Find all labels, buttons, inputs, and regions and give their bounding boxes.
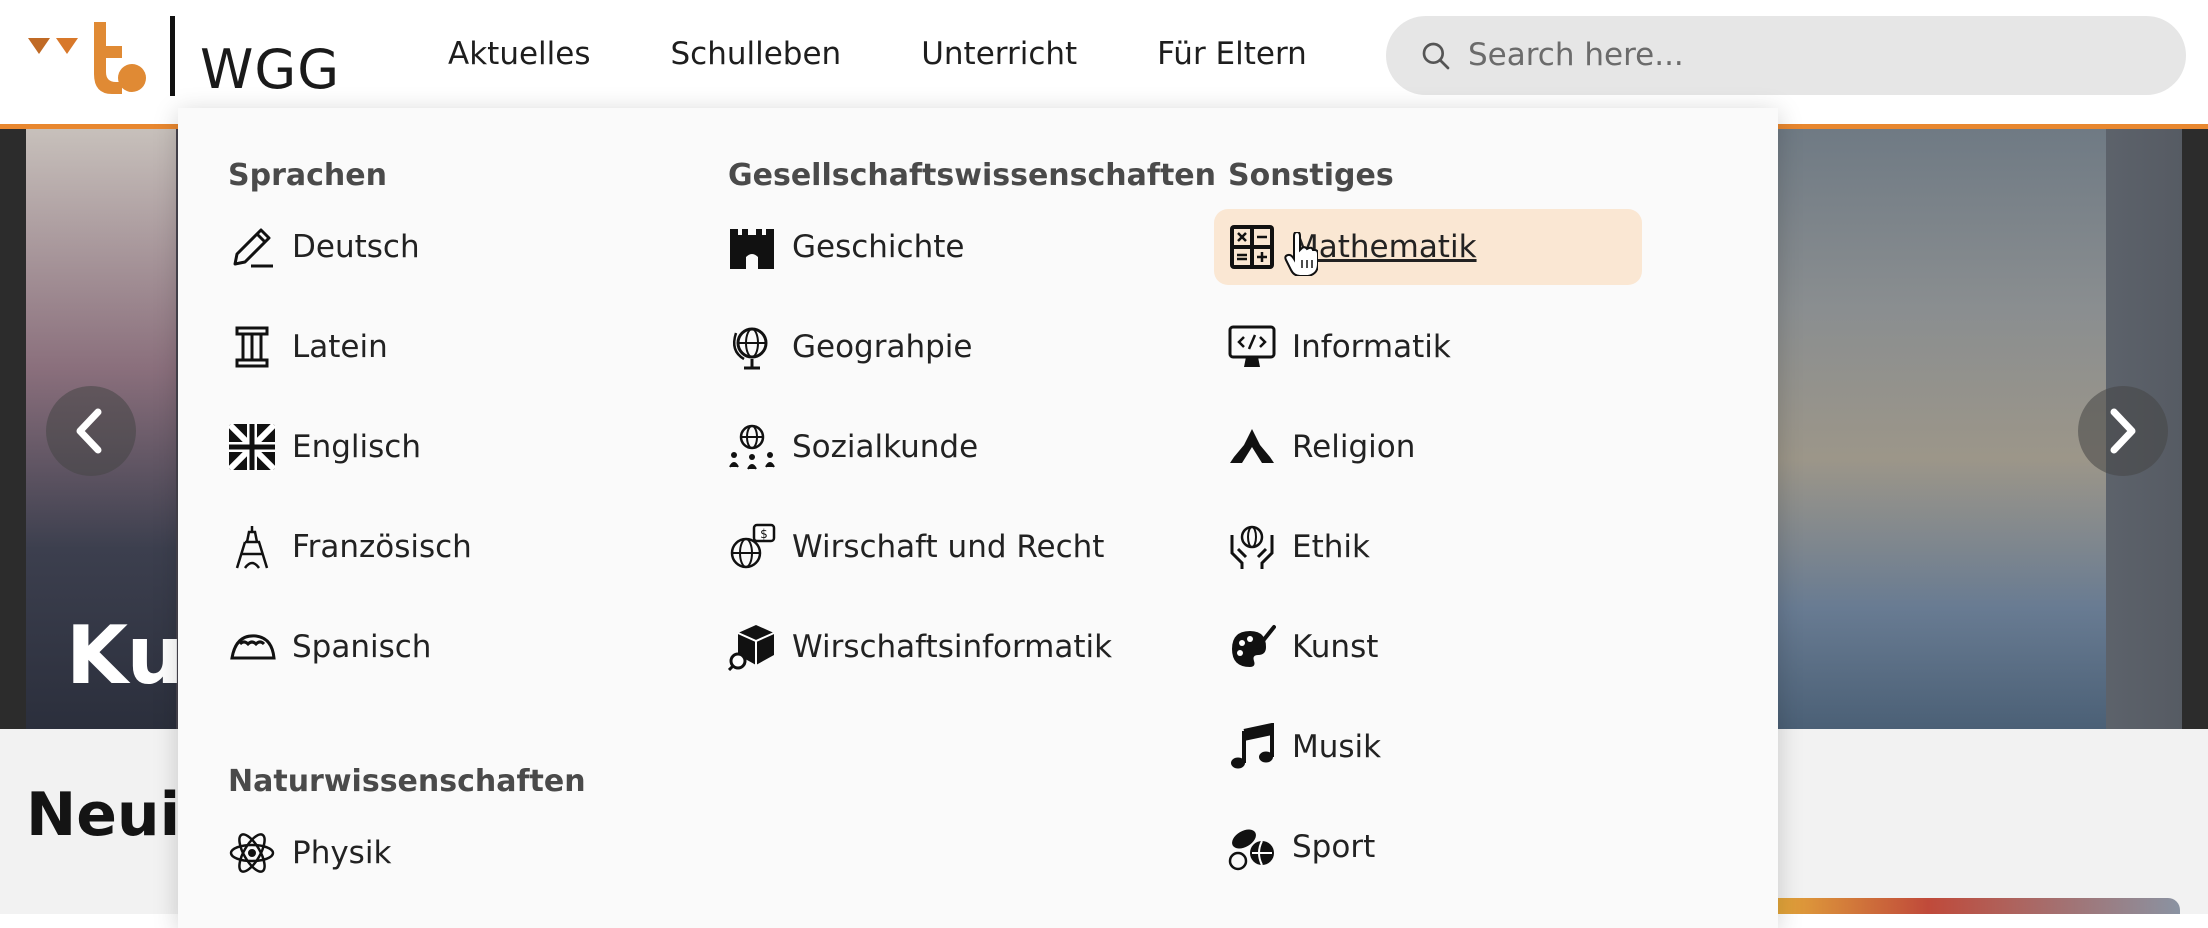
pencil-icon [228, 223, 276, 271]
menu-item-musik[interactable]: Musik [1228, 717, 1381, 777]
menu-item-physik[interactable]: Physik [228, 823, 391, 883]
menu-item-wirschaftsinformatik[interactable]: Wirschaftsinformatik [728, 617, 1112, 677]
cube-search-icon [728, 623, 776, 671]
heading-sonstiges: Sonstiges [1228, 158, 1394, 193]
hands-globe-icon [1228, 523, 1276, 571]
people-globe-icon [728, 423, 776, 471]
menu-item-label: Latein [292, 329, 388, 365]
taco-icon [228, 623, 276, 671]
hero-title: Ku [66, 609, 184, 702]
search-icon [1422, 42, 1450, 70]
menu-item-label: Religion [1292, 429, 1416, 465]
menu-item-label: Mathematik [1292, 229, 1477, 265]
menu-item-label: Deutsch [292, 229, 420, 265]
menu-item-englisch[interactable]: Englisch [228, 417, 421, 477]
nav-unterricht[interactable]: Unterricht [921, 36, 1077, 72]
atom-icon [228, 829, 276, 877]
school-logo[interactable]: WGG [28, 16, 339, 101]
unterricht-dropdown: Sprachen Deutsch Latein Englisch Französ… [178, 108, 1778, 928]
menu-item-label: Geograhpie [792, 329, 973, 365]
logo-mark-icon [28, 22, 146, 94]
menu-item-label: Geschichte [792, 229, 965, 265]
menu-item-label: Englisch [292, 429, 421, 465]
news-card-preview[interactable] [1760, 898, 2180, 914]
heading-naturwissenschaften: Naturwissenschaften [228, 764, 586, 799]
menu-item-label: Wirschaft und Recht [792, 529, 1105, 565]
menu-item-kunst[interactable]: Kunst [1228, 617, 1378, 677]
music-note-icon [1228, 723, 1276, 771]
logo-text: WGG [200, 38, 341, 101]
menu-item-label: Ethik [1292, 529, 1370, 565]
menu-item-franzoesisch[interactable]: Französisch [228, 517, 472, 577]
nav-aktuelles[interactable]: Aktuelles [448, 36, 590, 72]
menu-item-label: Sport [1292, 829, 1376, 865]
menu-item-mathematik[interactable]: Mathematik [1214, 209, 1642, 285]
hand-cursor-icon [1284, 232, 1318, 276]
menu-item-label: Musik [1292, 729, 1382, 765]
carousel-prev-button[interactable] [46, 386, 136, 476]
balls-icon [1228, 823, 1276, 871]
nav-fuer-eltern[interactable]: Für Eltern [1157, 36, 1307, 72]
menu-item-deutsch[interactable]: Deutsch [228, 217, 420, 277]
menu-item-geograhpie[interactable]: Geograhpie [728, 317, 973, 377]
calculator-icon [1228, 223, 1276, 271]
menu-item-label: Kunst [1292, 629, 1379, 665]
logo-divider [170, 16, 175, 96]
menu-item-label: Französisch [292, 529, 472, 565]
palette-icon [1228, 623, 1276, 671]
chevron-right-icon [2110, 408, 2136, 454]
menu-item-label: Sozialkunde [792, 429, 979, 465]
main-nav: Aktuelles Schulleben Unterricht Für Elte… [448, 36, 1387, 72]
union-jack-icon [228, 423, 276, 471]
menu-item-ethik[interactable]: Ethik [1228, 517, 1370, 577]
menu-item-label: Spanisch [292, 629, 432, 665]
svg-text:$: $ [760, 527, 768, 541]
praying-hands-icon [1228, 423, 1276, 471]
heading-sprachen: Sprachen [228, 158, 387, 193]
hero-image-right [1776, 129, 2106, 729]
globe-icon [728, 323, 776, 371]
menu-item-religion[interactable]: Religion [1228, 417, 1415, 477]
menu-item-informatik[interactable]: Informatik [1228, 317, 1451, 377]
menu-item-label: Wirschaftsinformatik [792, 629, 1113, 665]
menu-item-wirschaft-und-recht[interactable]: $ Wirschaft und Recht [728, 517, 1104, 577]
carousel-next-button[interactable] [2078, 386, 2168, 476]
castle-icon [728, 223, 776, 271]
column-icon [228, 323, 276, 371]
menu-item-sozialkunde[interactable]: Sozialkunde [728, 417, 978, 477]
menu-item-sport[interactable]: Sport [1228, 817, 1375, 877]
money-globe-icon: $ [728, 523, 776, 571]
nav-schulleben[interactable]: Schulleben [670, 36, 841, 72]
code-monitor-icon [1228, 323, 1276, 371]
heading-gesellschaftswissenschaften: Gesellschaftswissenschaften [728, 158, 1216, 193]
eiffel-tower-icon [228, 523, 276, 571]
menu-item-geschichte[interactable]: Geschichte [728, 217, 964, 277]
site-header: WGG Aktuelles Schulleben Unterricht Für … [0, 0, 2208, 124]
menu-item-latein[interactable]: Latein [228, 317, 388, 377]
chevron-left-icon [76, 408, 102, 454]
search-bar[interactable] [1386, 16, 2186, 95]
menu-item-label: Physik [292, 835, 392, 871]
search-input[interactable] [1466, 34, 2150, 76]
menu-item-spanisch[interactable]: Spanisch [228, 617, 431, 677]
menu-item-label: Informatik [1292, 329, 1451, 365]
